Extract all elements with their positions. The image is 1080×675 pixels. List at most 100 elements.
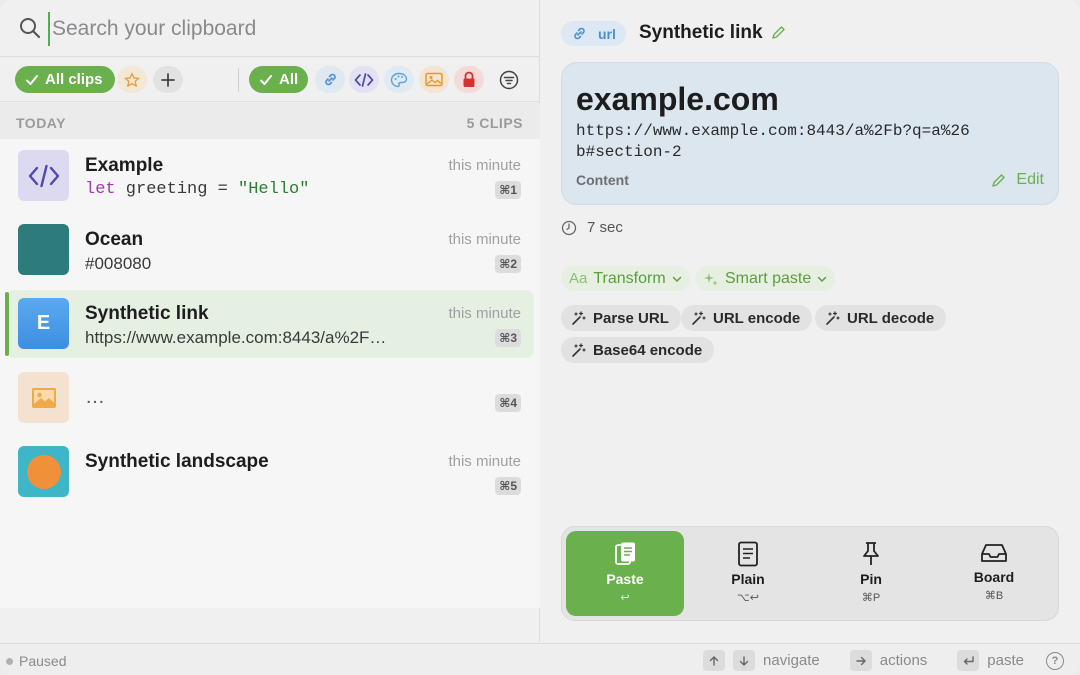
code-icon: [354, 72, 374, 87]
pencil-icon[interactable]: [771, 25, 786, 40]
code-text: greeting =: [115, 180, 239, 199]
sort-menu-button[interactable]: [494, 66, 524, 93]
clip-item-example[interactable]: Example let greeting = "Hello" this minu…: [6, 142, 534, 210]
type-badge: url: [561, 21, 626, 46]
clip-time: this minute: [448, 305, 521, 322]
age-value: 7 sec: [587, 219, 623, 236]
clip-item-synthetic-link[interactable]: E Synthetic link https://www.example.com…: [5, 290, 534, 358]
magic-wand-icon: [572, 310, 586, 325]
clipboard-paste-icon: [615, 542, 635, 565]
magic-wand-icon: [692, 310, 706, 325]
clip-title: Ocean: [85, 229, 144, 250]
clip-list: TODAY 5 CLIPS Example let greeting = "He…: [0, 103, 540, 608]
keyboard-hints: navigate actions paste ?: [703, 650, 1064, 671]
capture-status[interactable]: Paused: [6, 653, 66, 669]
link-type-filter[interactable]: [315, 66, 345, 93]
board-shortcut: ⌘B: [984, 590, 1004, 602]
code-icon: [28, 164, 59, 187]
transform-menu[interactable]: Aa Transform: [561, 266, 690, 291]
edit-content-button[interactable]: Edit: [991, 171, 1044, 189]
parse-url-action[interactable]: Parse URL: [561, 305, 681, 331]
link-icon: [324, 73, 336, 86]
clip-list-pane: All clips All: [0, 0, 540, 642]
all-clips-label: All clips: [45, 71, 103, 88]
paste-button[interactable]: Paste ↩: [566, 531, 684, 616]
status-bar: Paused navigate actions paste ?: [0, 643, 1080, 675]
url-domain: example.com: [576, 81, 779, 117]
pin-icon: [863, 542, 879, 565]
checkmark-icon: [260, 74, 272, 85]
arrow-up-icon: [703, 650, 726, 671]
selection-indicator: [5, 292, 9, 356]
text-style-icon: Aa: [569, 270, 588, 287]
lock-icon: [463, 71, 475, 87]
pin-button[interactable]: Pin ⌘P: [812, 531, 930, 616]
clip-item-landscape[interactable]: Synthetic landscape this minute ⌘5: [6, 438, 534, 506]
navigate-hint: navigate: [763, 652, 820, 669]
all-types-filter[interactable]: All: [249, 66, 309, 93]
checkmark-icon: [26, 74, 38, 85]
color-type-filter[interactable]: [384, 66, 414, 93]
code-thumbnail: [18, 150, 69, 201]
sparkles-icon: [704, 272, 718, 286]
action-label: Base64 encode: [593, 341, 703, 359]
code-keyword: let: [85, 180, 116, 199]
all-clips-filter[interactable]: All clips: [15, 66, 115, 93]
content-label: Content: [576, 172, 629, 188]
url-decode-action[interactable]: URL decode: [815, 305, 947, 331]
clip-subtitle: https://www.example.com:8443/a%2F…: [85, 328, 387, 347]
help-button[interactable]: ?: [1046, 651, 1064, 670]
pin-shortcut: ⌘P: [861, 592, 881, 604]
color-swatch: [18, 224, 69, 275]
sun-icon: [26, 454, 61, 489]
secure-type-filter[interactable]: [454, 66, 484, 93]
favorites-filter[interactable]: [117, 66, 147, 93]
arrow-right-icon: [849, 650, 872, 671]
document-icon: [738, 541, 758, 567]
paste-label: Paste: [606, 571, 644, 587]
detail-pane: url Synthetic link example.com https://w…: [541, 0, 1080, 642]
detail-title[interactable]: Synthetic link: [639, 22, 763, 44]
plus-icon: [161, 72, 175, 87]
code-type-filter[interactable]: [349, 66, 379, 93]
all-types-label: All: [279, 71, 299, 88]
actions-hint: actions: [879, 652, 928, 669]
content-preview-card: example.com https://www.example.com:8443…: [561, 62, 1059, 205]
landscape-thumbnail: [18, 446, 69, 497]
filter-lines-icon: [499, 70, 519, 89]
smart-paste-menu[interactable]: Smart paste: [695, 266, 836, 291]
link-favicon-letter: E: [36, 312, 51, 334]
image-icon: [31, 387, 56, 408]
search-input[interactable]: [48, 12, 508, 46]
clip-time: this minute: [448, 157, 521, 174]
chevron-down-icon: [672, 276, 681, 282]
plain-paste-button[interactable]: Plain ⌥↩: [689, 531, 807, 616]
pencil-icon: [992, 173, 1006, 187]
primary-actions-bar: Paste ↩ Plain ⌥↩ Pin ⌘P Board ⌘B: [561, 526, 1059, 621]
type-label: url: [598, 25, 616, 42]
image-type-filter[interactable]: [419, 66, 449, 93]
add-board-button[interactable]: [153, 66, 183, 93]
plain-shortcut: ⌥↩: [737, 592, 759, 604]
link-thumbnail: E: [18, 298, 69, 349]
url-full: https://www.example.com:8443/a%2Fb?q=a%2…: [576, 122, 970, 161]
chevron-down-icon: [818, 276, 827, 282]
clock-icon: [561, 220, 577, 235]
board-button[interactable]: Board ⌘B: [935, 531, 1053, 616]
filter-divider: [238, 68, 239, 92]
base64-encode-action[interactable]: Base64 encode: [561, 337, 715, 363]
clip-shortcut: ⌘2: [495, 255, 521, 273]
clip-item-image[interactable]: … ⌘4: [6, 364, 534, 432]
paste-hint: paste: [987, 652, 1024, 669]
section-header: TODAY 5 CLIPS: [0, 103, 540, 139]
status-dot: [6, 657, 13, 665]
transform-label: Transform: [593, 269, 666, 287]
clip-title: Synthetic landscape: [85, 451, 269, 472]
clip-subtitle: #008080: [85, 254, 152, 273]
url-encode-action[interactable]: URL encode: [681, 305, 813, 331]
star-icon: [124, 72, 140, 87]
clip-item-ocean[interactable]: Ocean #008080 this minute ⌘2: [6, 216, 534, 284]
pin-label: Pin: [860, 571, 882, 587]
magic-wand-icon: [572, 342, 586, 357]
action-label: Parse URL: [593, 309, 669, 327]
